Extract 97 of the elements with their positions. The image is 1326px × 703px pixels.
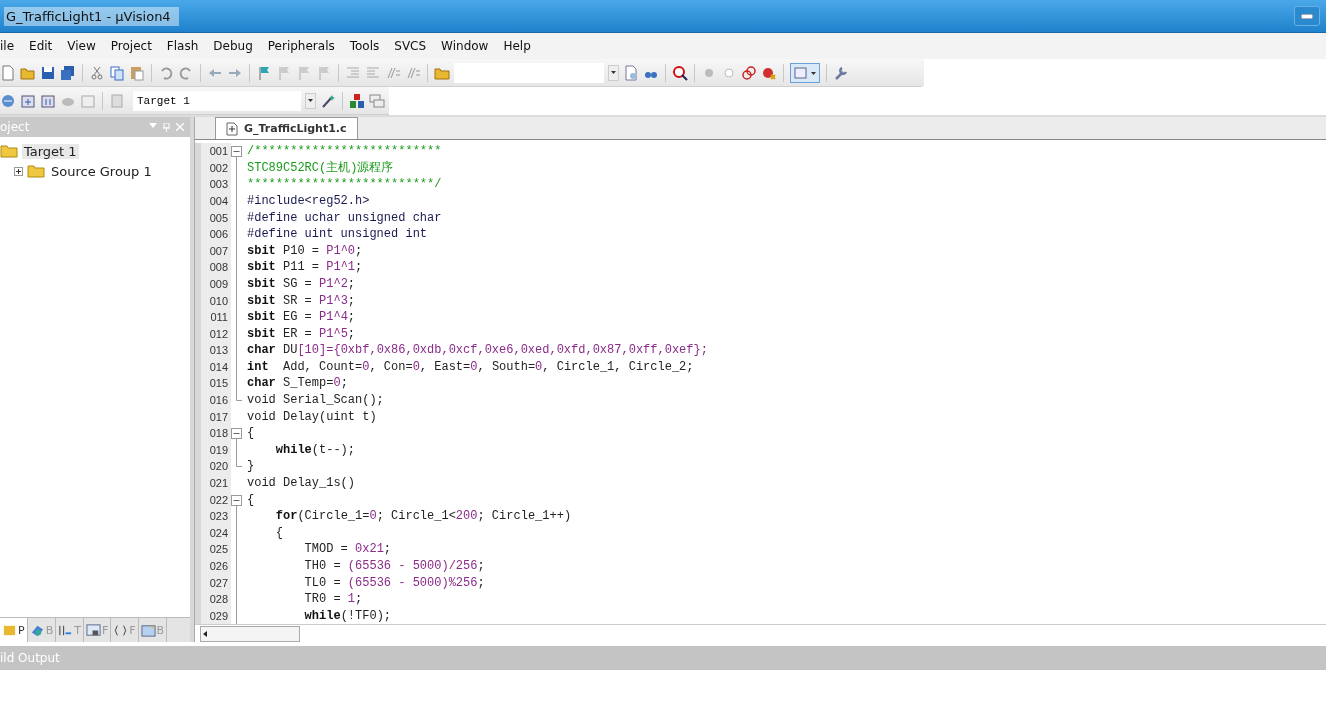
code-line: sbit P11 = P1^1; [246,259,363,276]
line-number: 020 [195,458,231,476]
line-number: 025 [195,541,231,558]
line-number: 011 [195,309,231,326]
code-line: { [246,425,255,442]
line-number: 021 [195,475,231,492]
components-icon[interactable] [349,92,365,109]
file-tab[interactable]: G_TrafficLight1.c [215,117,358,140]
save-all-icon[interactable] [60,64,76,81]
flag-icon[interactable] [316,64,332,81]
braces-icon [113,622,129,638]
menu-item[interactable]: Help [503,39,531,53]
line-number: 006 [195,226,231,243]
minimize-icon [1301,13,1313,19]
build-icon[interactable] [20,92,36,109]
code-line: **************************/ [246,176,442,193]
line-number: 008 [195,259,231,276]
code-line: TR0 = 1; [303,591,363,608]
image-icon [140,622,156,638]
code-line: void Delay(uint t) [246,408,377,426]
menu-item[interactable]: ile [0,39,15,53]
code-line: TMOD = 0x21; [303,541,392,558]
tree-item[interactable]: Source Group 1 [49,163,154,179]
windows-icon[interactable] [369,92,385,109]
menu-item[interactable]: Project [110,39,152,53]
code-line: { [246,491,255,509]
code-line: TL0 = (65536 - 5000)%256; [303,574,485,592]
code-line: { [274,524,283,542]
minimize-button[interactable] [1294,6,1320,26]
code-line: char S_Temp=0; [246,375,348,393]
templates-icon [85,622,101,638]
line-number: 028 [195,591,231,608]
line-number: 026 [195,558,231,575]
save-icon[interactable] [40,64,56,81]
flag-icon[interactable] [296,64,312,81]
code-line: #define uint unsigned int [246,226,428,243]
code-line: while(t--); [274,441,356,459]
code-line: while(!TF0); [303,607,392,625]
panel-tab[interactable]: P [0,618,28,642]
copy-icon[interactable] [109,64,125,81]
menu-item[interactable]: SVCS [394,39,427,53]
fold-line [236,441,237,459]
line-number: 001 [195,143,231,160]
menu-item[interactable]: Window [441,39,489,53]
cut-icon[interactable] [89,64,105,81]
fold-box-icon[interactable] [231,143,242,161]
code-line: /************************** [246,143,442,160]
paste-icon[interactable] [129,64,145,81]
code-line: STC89C52RC(主机)源程序 [246,159,394,177]
indent-icon[interactable] [345,64,361,81]
panel-title: ild Output [0,651,60,665]
flag-icon[interactable] [256,64,272,81]
line-number: 013 [195,342,231,359]
line-number: 015 [195,375,231,393]
code-line: #include<reg52.h> [246,192,370,210]
code-line: char DU[10]={0xbf,0x86,0xdb,0xcf,0xe6,0xed,0xfd,0x87,0xff,0xef}; [246,342,708,359]
menu-item[interactable]: Flash [166,39,199,53]
line-number: 016 [195,392,231,409]
line-number: 018 [195,425,231,442]
menu-item[interactable]: View [67,39,96,53]
flag-icon[interactable] [276,64,292,81]
menu-item[interactable]: Tools [349,39,380,53]
breakpoints-icon[interactable] [741,64,757,81]
code-line: sbit ER = P1^5; [246,325,356,343]
code-line: int Add, Count=0, Con=0, East=0, South=0, Circle_1, Circle_2; [246,358,694,376]
menu-item[interactable]: Peripherals [267,39,335,53]
code-line: void Serial_Scan(); [246,392,384,409]
code-line: sbit EG = P1^4; [246,309,356,326]
file-icon [226,121,238,136]
menu-item[interactable]: Edit [29,39,53,53]
code-line: for(Circle_1=0; Circle_1<200; Circle_1++) [274,508,572,525]
code-line: sbit P10 = P1^0; [246,242,363,260]
new-file-icon[interactable] [0,64,16,81]
expand-icon[interactable] [14,166,23,176]
code-line: #define uchar unsigned char [246,209,442,227]
line-number: 023 [195,508,231,525]
rebuild-icon[interactable] [40,92,56,109]
code-line: sbit SG = P1^2; [246,275,356,293]
code-line: TH0 = (65536 - 5000)/256; [303,558,485,575]
horizontal-scrollbar[interactable] [200,625,300,642]
code-line: sbit SR = P1^3; [246,292,356,310]
outdent-icon[interactable] [365,64,381,81]
code-line: void Delay_1s() [246,475,356,492]
pin-icon[interactable] [163,122,170,132]
wrench-icon[interactable] [833,64,849,81]
debug-icon[interactable] [672,64,688,81]
target-select[interactable]: Target 1 [133,90,302,111]
folder-icon [27,164,45,178]
code-line: } [246,458,255,476]
line-number: 003 [195,176,231,193]
menu-item[interactable]: Debug [213,39,253,53]
window-title: G_TrafficLight1 - µVision4 [4,6,179,26]
folder-icon [0,144,18,158]
tree-item[interactable]: Target 1 [22,143,79,159]
close-icon[interactable] [176,122,184,131]
window-layout-icon[interactable] [790,62,820,83]
fold-box-icon[interactable] [231,425,242,443]
